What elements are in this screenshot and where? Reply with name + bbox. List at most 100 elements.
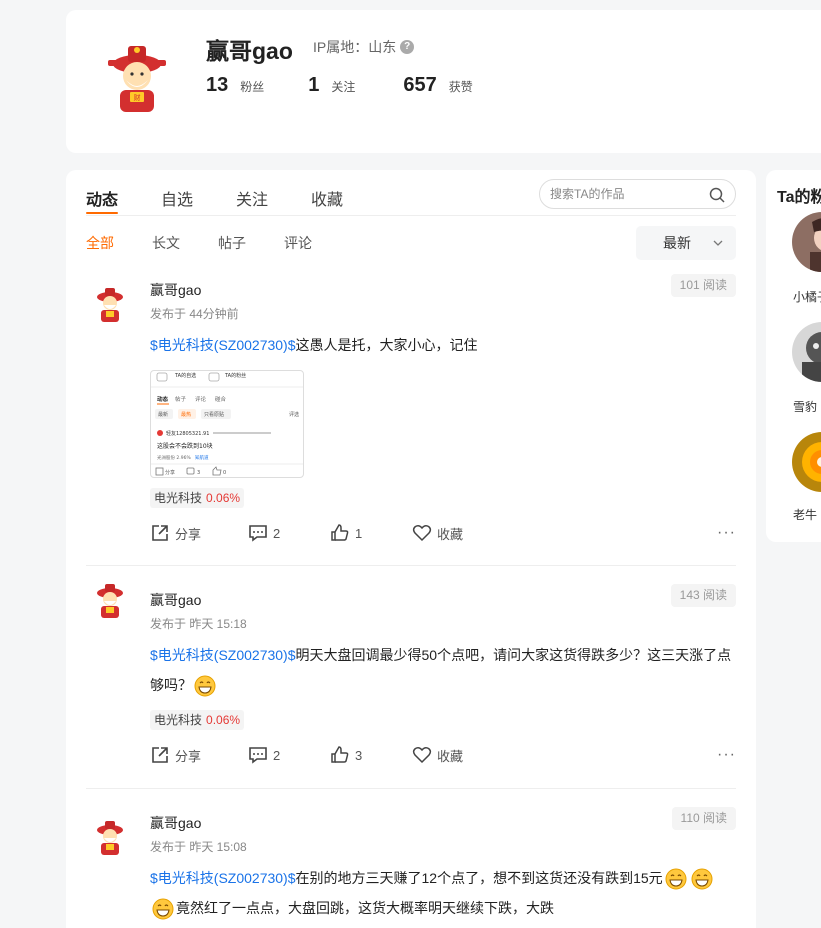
app-screenshot-image: TA的自选 TA的粉丝 动态 帖子 评论 碰合 最新 最热 只看原贴 评选 轻友… bbox=[151, 372, 303, 476]
stat-followers[interactable]: 13 粉丝 bbox=[206, 74, 264, 97]
profile-stats: 13 粉丝 1 关注 657 获赞 bbox=[206, 74, 513, 97]
preview-meta-2: 知航道 bbox=[195, 454, 209, 461]
search-icon[interactable] bbox=[709, 187, 725, 203]
god-of-wealth-avatar[interactable] bbox=[92, 582, 128, 618]
comment-button[interactable]: 2 bbox=[248, 523, 280, 543]
favorite-button[interactable]: 收藏 bbox=[412, 745, 463, 765]
share-label: 分享 bbox=[175, 748, 202, 764]
post-text: 这愚人是托，大家小心，记住 bbox=[295, 337, 478, 353]
grin-emoji-icon bbox=[194, 675, 216, 697]
favorite-label: 收藏 bbox=[437, 748, 464, 764]
ip-location: IP属地：山东 ? bbox=[313, 37, 415, 57]
subtab-comments[interactable]: 评论 bbox=[284, 233, 312, 253]
stock-link[interactable]: $电光科技(SZ002730)$ bbox=[150, 647, 296, 663]
preview-comments: 3 bbox=[197, 470, 200, 476]
stat-following[interactable]: 1 关注 bbox=[308, 74, 355, 97]
stat-likes[interactable]: 657 获赞 bbox=[403, 74, 472, 97]
preview-tab: 动态 bbox=[157, 395, 169, 403]
preview-user: 轻友12805321.91 bbox=[166, 430, 209, 437]
post-item: 赢哥gao 发布于 昨天 15:18 143 阅读 $电光科技(SZ002730… bbox=[86, 566, 736, 789]
stock-tag-name: 电光科技 bbox=[154, 491, 203, 505]
favorite-label: 收藏 bbox=[437, 526, 464, 542]
post-time: 发布于 44分钟前 bbox=[150, 307, 239, 321]
heart-icon bbox=[412, 525, 432, 542]
preview-tab: 评论 bbox=[195, 395, 207, 403]
question-icon[interactable]: ? bbox=[400, 40, 415, 54]
more-options-icon[interactable]: ··· bbox=[717, 524, 736, 542]
fans-panel: Ta的粉丝 小橘子 雪豹 老牛 bbox=[766, 170, 821, 542]
grin-emoji-icon bbox=[691, 868, 713, 890]
stat-label: 关注 bbox=[331, 80, 356, 94]
sort-dropdown[interactable]: 最新 bbox=[636, 226, 736, 260]
stock-tag-name: 电光科技 bbox=[154, 713, 203, 727]
profile-username: 赢哥gao bbox=[206, 38, 293, 64]
post-item: 赢哥gao 发布于 44分钟前 101 阅读 $电光科技(SZ002730)$这… bbox=[86, 270, 736, 566]
grin-emoji-icon bbox=[665, 868, 687, 890]
post-author[interactable]: 赢哥gao bbox=[150, 590, 201, 610]
post-time: 发布于 昨天 15:08 bbox=[150, 840, 247, 854]
tab-dynamics[interactable]: 动态 bbox=[86, 170, 119, 215]
stat-number: 657 bbox=[403, 74, 437, 96]
stock-tag-pct: 0.06% bbox=[206, 713, 241, 727]
fan-name[interactable]: 雪豹 bbox=[793, 398, 817, 415]
favorite-button[interactable]: 收藏 bbox=[412, 523, 463, 543]
sort-label: 最新 bbox=[663, 235, 691, 251]
like-count: 1 bbox=[355, 525, 363, 541]
fans-panel-title: Ta的粉丝 bbox=[777, 189, 821, 206]
share-button[interactable]: 分享 bbox=[150, 523, 201, 543]
fan-avatar[interactable] bbox=[792, 212, 821, 272]
share-icon bbox=[152, 525, 168, 541]
share-label: 分享 bbox=[175, 526, 202, 542]
share-button[interactable]: 分享 bbox=[150, 745, 201, 765]
search-box bbox=[539, 179, 736, 209]
comment-button[interactable]: 2 bbox=[248, 745, 280, 765]
post-text-line-2: 够吗？ bbox=[150, 677, 192, 693]
god-of-wealth-avatar[interactable]: 财 bbox=[102, 42, 172, 114]
preview-subtab: 最新 bbox=[158, 411, 168, 418]
subtab-all[interactable]: 全部 bbox=[86, 233, 114, 253]
thumbs-up-icon bbox=[331, 746, 349, 763]
tab-following[interactable]: 关注 bbox=[236, 170, 268, 215]
tab-favorites[interactable]: 收藏 bbox=[311, 170, 343, 215]
post-actions: 分享 2 3 收藏 ··· bbox=[150, 743, 736, 767]
comment-count: 2 bbox=[273, 747, 281, 763]
preview-subtab: 最热 bbox=[181, 411, 191, 418]
stock-link[interactable]: $电光科技(SZ002730)$ bbox=[150, 870, 296, 886]
post-image[interactable]: TA的自选 TA的粉丝 动态 帖子 评论 碰合 最新 最热 只看原贴 评选 轻友… bbox=[150, 370, 304, 478]
fan-name[interactable]: 小橘子 bbox=[793, 288, 821, 305]
preview-likes: 0 bbox=[223, 470, 226, 476]
svg-text:财: 财 bbox=[134, 93, 141, 102]
preview-meta: 光洲股份 2.96% bbox=[157, 454, 191, 461]
god-of-wealth-avatar[interactable] bbox=[92, 286, 128, 322]
stock-tag[interactable]: 电光科技 0.06% bbox=[150, 710, 245, 730]
stock-tag-pct: 0.06% bbox=[206, 491, 241, 505]
thumbs-up-icon bbox=[331, 524, 349, 541]
profile-card: 财 赢哥gao IP属地：山东 ? 13 粉丝 1 关注 657 获赞 bbox=[66, 10, 821, 153]
preview-subtab: 只看原贴 bbox=[204, 411, 224, 418]
like-button[interactable]: 1 bbox=[330, 523, 362, 543]
post-author[interactable]: 赢哥gao bbox=[150, 280, 201, 300]
god-of-wealth-avatar[interactable] bbox=[92, 819, 128, 855]
post-time: 发布于 昨天 15:18 bbox=[150, 617, 247, 631]
more-options-icon[interactable]: ··· bbox=[717, 746, 736, 764]
post-text-line-2: 竟然红了一点点，大盘回跳，这货大概率明天继续下跌，大跌 bbox=[176, 900, 554, 916]
stock-tag[interactable]: 电光科技 0.06% bbox=[150, 488, 245, 508]
read-count: 143 阅读 bbox=[670, 584, 736, 607]
stat-label: 粉丝 bbox=[240, 80, 265, 94]
ip-location-label: IP属地：山东 bbox=[313, 39, 397, 55]
subtab-articles[interactable]: 长文 bbox=[152, 233, 180, 253]
heart-icon bbox=[412, 747, 432, 764]
preview-tab: 碰合 bbox=[215, 395, 227, 403]
stock-link[interactable]: $电光科技(SZ002730)$ bbox=[150, 337, 296, 353]
post-text: 明天大盘回调最少得50个点吧，请问大家这货得跌多少？这三天涨了点 bbox=[295, 647, 732, 663]
comment-icon bbox=[249, 747, 267, 764]
subtab-posts[interactable]: 帖子 bbox=[218, 233, 246, 253]
fan-name[interactable]: 老牛 bbox=[793, 506, 817, 523]
tab-watchlist[interactable]: 自选 bbox=[161, 170, 193, 215]
like-button[interactable]: 3 bbox=[330, 745, 362, 765]
fan-avatar[interactable] bbox=[792, 432, 821, 492]
stat-number: 1 bbox=[308, 74, 320, 96]
search-input[interactable] bbox=[550, 187, 700, 201]
post-author[interactable]: 赢哥gao bbox=[150, 813, 201, 833]
fan-avatar[interactable] bbox=[792, 322, 821, 382]
